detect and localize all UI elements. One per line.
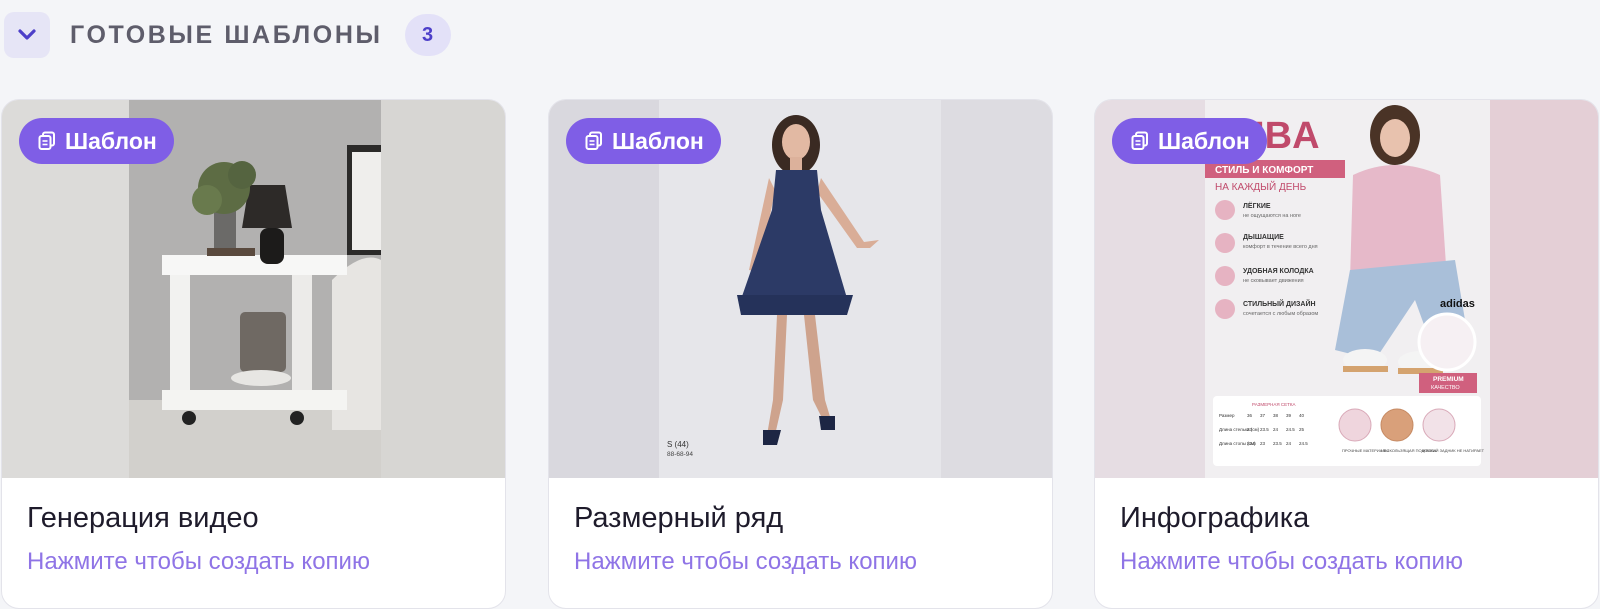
template-badge-label: Шаблон <box>65 127 157 154</box>
card-subtitle: Нажмите чтобы создать копию <box>27 548 370 575</box>
svg-text:39: 39 <box>1286 413 1292 418</box>
template-card-size-range[interactable]: S (44) 88-68-94 Шаблон Размерный ряд Наж… <box>548 99 1053 609</box>
premium-line1: PREMIUM <box>1433 376 1464 383</box>
card-title: Размерный ряд <box>574 502 784 534</box>
svg-text:36: 36 <box>1247 413 1253 418</box>
icon-label: МЯГКИЙ ЗАДНИК НЕ НАТИРАЕТ <box>1422 448 1485 453</box>
svg-text:24: 24 <box>1273 427 1279 432</box>
svg-text:24: 24 <box>1286 441 1292 446</box>
svg-text:25: 25 <box>1299 427 1305 432</box>
feature-text: не ощущаются на ноге <box>1243 213 1301 219</box>
adidas-logo: adidas <box>1440 298 1475 310</box>
section-header: ГОТОВЫЕ ШАБЛОНЫ 3 <box>4 12 451 58</box>
svg-text:40: 40 <box>1299 413 1305 418</box>
svg-text:23: 23 <box>1260 441 1266 446</box>
card-subtitle: Нажмите чтобы создать копию <box>1120 548 1463 575</box>
copy-icon <box>38 131 55 150</box>
template-badge: Шаблон <box>566 118 721 164</box>
svg-text:24.5: 24.5 <box>1286 427 1295 432</box>
feature-title: ДЫШАЩИЕ <box>1243 234 1284 241</box>
svg-text:37: 37 <box>1260 413 1266 418</box>
template-badge: Шаблон <box>1112 118 1267 164</box>
feature-title: УДОБНАЯ КОЛОДКА <box>1243 268 1314 275</box>
feature-text: сочетается с любым образом <box>1243 311 1318 317</box>
premium-line2: КАЧЕСТВО <box>1431 385 1460 391</box>
svg-text:23.5: 23.5 <box>1260 427 1269 432</box>
feature-text: комфорт в течение всего дня <box>1243 244 1318 250</box>
svg-text:22.5: 22.5 <box>1247 441 1256 446</box>
chevron-down-icon <box>18 29 36 40</box>
ribbon-text: СТИЛЬ И КОМФОРТ <box>1215 165 1313 176</box>
feature-title: ЛЁГКИЕ <box>1243 202 1271 210</box>
tagline-text: НА КАЖДЫЙ ДЕНЬ <box>1215 180 1307 193</box>
template-badge-label: Шаблон <box>612 127 704 154</box>
svg-text:Размер: Размер <box>1219 413 1235 418</box>
template-badge-label: Шаблон <box>1158 127 1250 154</box>
copy-icon <box>585 131 602 150</box>
svg-text:Длина стельки (см): Длина стельки (см) <box>1219 427 1260 432</box>
template-card-video[interactable]: Шаблон Генерация видео Нажмите чтобы соз… <box>1 99 506 609</box>
feature-title: СТИЛЬНЫЙ ДИЗАЙН <box>1243 299 1316 308</box>
size-caption: S (44) <box>667 440 689 449</box>
section-title: ГОТОВЫЕ ШАБЛОНЫ <box>70 20 383 49</box>
svg-text:23.5: 23.5 <box>1273 441 1282 446</box>
card-subtitle: Нажмите чтобы создать копию <box>574 548 917 575</box>
feature-text: не сковывает движения <box>1243 278 1304 284</box>
size-table-title: РАЗМЕРНАЯ СЕТКА <box>1252 402 1296 407</box>
card-title: Инфографика <box>1120 502 1310 534</box>
template-card-infographic[interactable]: MBA СТИЛЬ И КОМФОРТ НА КАЖДЫЙ ДЕНЬ ЛЁГКИ… <box>1094 99 1599 609</box>
svg-text:23: 23 <box>1247 427 1253 432</box>
measurements-caption: 88-68-94 <box>667 451 693 458</box>
svg-text:38: 38 <box>1273 413 1279 418</box>
collapse-button[interactable] <box>4 12 50 58</box>
template-badge: Шаблон <box>19 118 174 164</box>
count-badge: 3 <box>404 14 451 56</box>
svg-text:24.5: 24.5 <box>1299 441 1308 446</box>
copy-icon <box>1131 131 1148 150</box>
card-title: Генерация видео <box>27 502 259 534</box>
